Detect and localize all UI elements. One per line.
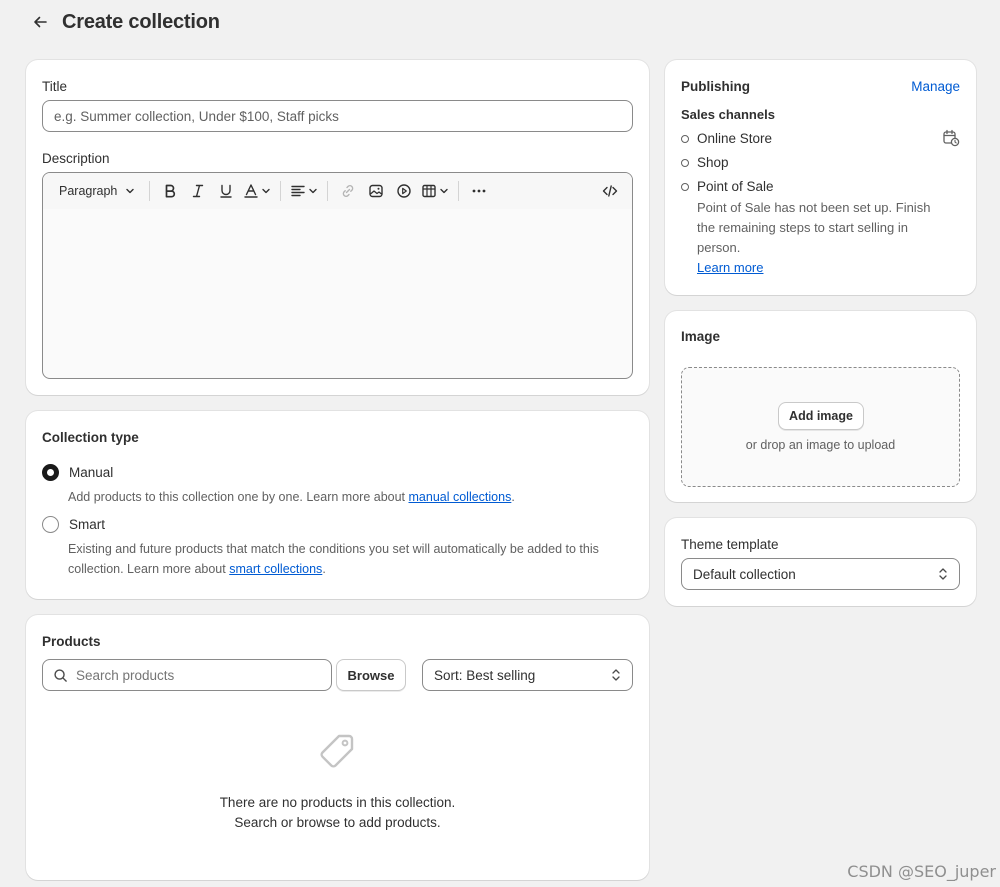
toolbar-divider [280,181,282,201]
more-button[interactable] [465,177,493,205]
image-icon [369,184,384,198]
toolbar-divider [327,181,329,201]
manual-collections-link[interactable]: manual collections [409,490,512,504]
channel-online-store: Online Store [681,131,772,146]
image-card: Image Add image or drop an image to uplo… [665,311,976,502]
page-title: Create collection [62,10,220,33]
description-label: Description [42,151,110,166]
collection-type-heading: Collection type [42,430,139,445]
editor-content-area[interactable] [43,209,632,378]
empty-state-line1: There are no products in this collection… [219,795,456,810]
channel-status-dot [681,182,689,191]
theme-template-value: Default collection [693,566,796,582]
drop-hint: or drop an image to upload [745,438,896,452]
publishing-card: Publishing Manage Sales channels Online … [665,60,976,295]
manual-radio-option[interactable]: Manual [42,464,113,481]
manual-radio[interactable] [42,464,59,481]
text-color-button[interactable] [240,177,274,205]
image-button[interactable] [362,177,390,205]
channel-status-dot [681,158,689,167]
image-dropzone[interactable]: Add image or drop an image to upload [681,367,960,487]
image-heading: Image [681,329,721,344]
select-chevron-icon [612,669,620,681]
title-label: Title [42,79,68,94]
search-products-field[interactable] [42,659,332,691]
paragraph-select[interactable]: Paragraph [49,177,143,205]
paragraph-label: Paragraph [59,184,118,198]
chevron-down-icon [440,188,449,194]
arrow-left-icon [34,16,47,28]
theme-template-label: Theme template [681,537,779,552]
manual-label: Manual [69,465,114,480]
theme-template-card: Theme template Default collection [665,518,976,606]
back-button[interactable] [28,10,52,34]
description-editor: Paragraph [42,172,633,379]
search-icon [54,668,67,682]
details-card: Title Description Paragraph [26,60,649,395]
products-card: Products Browse Sort: Best selling There… [26,615,649,880]
play-circle-icon [397,184,412,198]
toolbar-divider [458,181,460,201]
publishing-heading: Publishing [681,79,750,94]
italic-button[interactable] [184,177,212,205]
sort-select-value: Sort: Best selling [434,667,536,683]
toolbar-divider [149,181,151,201]
link-icon [343,185,354,197]
calendar-clock-icon [943,129,960,147]
chevron-down-icon [309,188,318,194]
table-button[interactable] [418,177,452,205]
smart-help-text: Existing and future products that match … [68,542,599,576]
smart-radio-option[interactable]: Smart [42,516,105,533]
align-button[interactable] [287,177,321,205]
title-input[interactable] [42,100,633,132]
more-horizontal-icon [472,189,486,193]
manual-help-text: Add products to this collection one by o… [68,490,515,504]
text-color-icon [244,184,259,198]
manage-link[interactable]: Manage [911,79,960,94]
search-products-input[interactable] [76,667,306,683]
chevron-down-icon [126,188,135,194]
code-icon [602,185,618,197]
video-button[interactable] [390,177,418,205]
channel-status-dot [681,134,689,143]
channel-shop: Shop [681,155,729,170]
add-image-button[interactable]: Add image [778,402,864,430]
smart-radio[interactable] [42,516,59,533]
link-button[interactable] [334,177,362,205]
underline-button[interactable] [212,177,240,205]
empty-state-line2: Search or browse to add products. [234,815,441,830]
pos-setup-note: Point of Sale has not been set up. Finis… [697,200,931,275]
schedule-button[interactable] [942,129,960,147]
theme-template-select[interactable]: Default collection [681,558,960,590]
channel-point-of-sale: Point of Sale [681,179,774,194]
smart-label: Smart [69,517,106,532]
align-left-icon [291,185,306,197]
bold-button[interactable] [156,177,184,205]
empty-state-icon-wrap [318,732,356,770]
table-icon [422,184,437,198]
sales-channels-label: Sales channels [681,107,775,122]
sort-select[interactable]: Sort: Best selling [422,659,633,691]
tag-icon [320,734,354,768]
italic-icon [193,184,204,198]
collection-type-card: Collection type Manual Add products to t… [26,411,649,599]
learn-more-link[interactable]: Learn more [697,260,763,275]
code-view-button[interactable] [596,177,624,205]
underline-icon [220,184,233,198]
chevron-down-icon [262,188,271,194]
products-heading: Products [42,634,101,649]
select-chevron-icon [939,568,947,580]
watermark: CSDN @SEO_juper [847,862,996,881]
bold-icon [166,184,176,198]
smart-collections-link[interactable]: smart collections [229,562,322,576]
browse-button[interactable]: Browse [336,659,406,691]
page-header: Create collection [28,8,220,36]
editor-toolbar: Paragraph [43,173,632,209]
